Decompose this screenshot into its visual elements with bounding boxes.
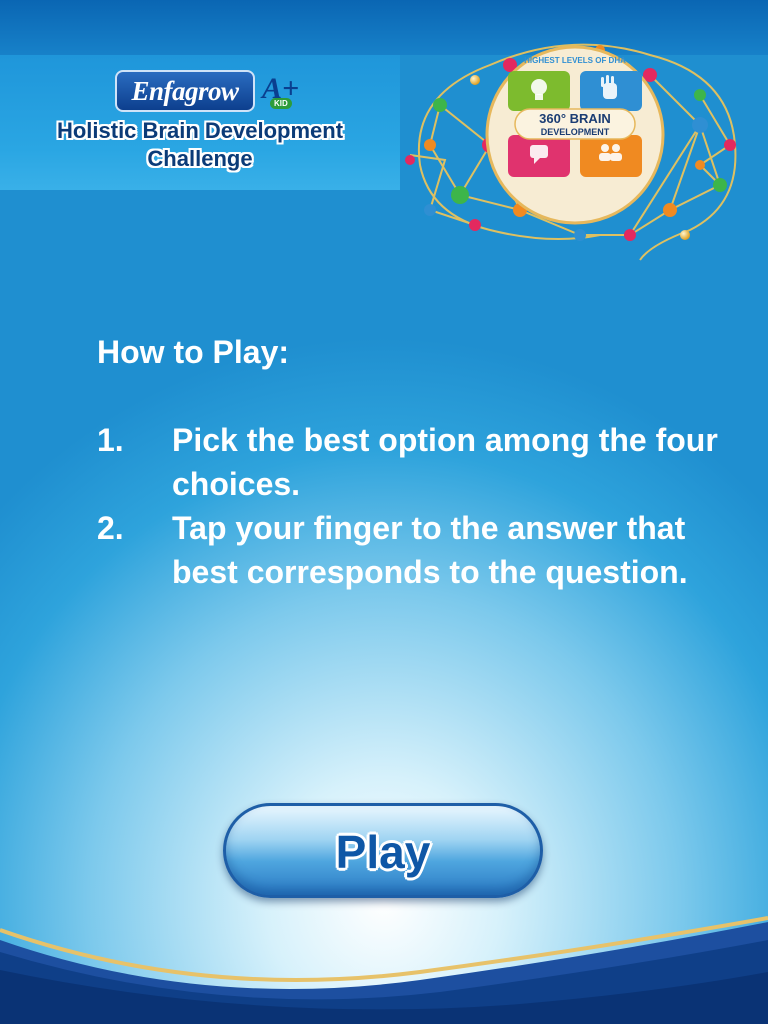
- step-text: Tap your finger to the answer that best …: [172, 510, 688, 590]
- instruction-step: 2. Tap your finger to the answer that be…: [97, 506, 737, 594]
- instruction-step: 1. Pick the best option among the four c…: [97, 418, 737, 506]
- brand-wordmark: Enfagrow: [115, 70, 255, 112]
- emblem-center-line-2: DEVELOPMENT: [541, 127, 610, 137]
- instructions-heading: How to Play:: [97, 334, 290, 370]
- brand-badge: KID: [270, 98, 292, 109]
- page-title: Holistic Brain Development Challenge: [10, 117, 390, 173]
- emblem-center-line-1: 360° BRAIN: [539, 111, 611, 126]
- emblem-disc: 360° BRAIN DEVELOPMENT HIGHEST LEVELS OF…: [485, 45, 665, 225]
- play-button-label: Play: [335, 826, 431, 878]
- emblem-arc-text: HIGHEST LEVELS OF DHA: [524, 56, 626, 65]
- title-line-1: Holistic Brain Development: [56, 118, 344, 143]
- step-number: 2.: [97, 510, 124, 546]
- instructions-panel: How to Play: 1. Pick the best option amo…: [97, 330, 737, 594]
- brain-network-emblem: 360° BRAIN DEVELOPMENT HIGHEST LEVELS OF…: [405, 43, 737, 261]
- play-button[interactable]: Play: [223, 803, 543, 898]
- step-number: 1.: [97, 422, 124, 458]
- bottom-wave-decoration: [0, 916, 768, 1024]
- title-line-2: Challenge: [147, 146, 253, 171]
- brand-logo: Enfagrow A+ KID: [115, 70, 315, 120]
- step-text: Pick the best option among the four choi…: [172, 422, 718, 502]
